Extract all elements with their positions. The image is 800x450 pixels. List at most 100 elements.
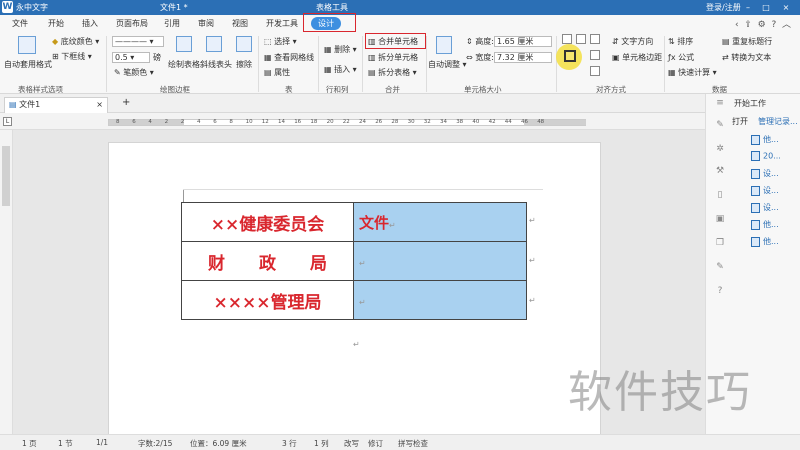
- recent-file-item[interactable]: 设...: [751, 168, 779, 179]
- recent-file-item[interactable]: 设...: [751, 202, 779, 213]
- edit-icon[interactable]: ✎: [714, 120, 726, 130]
- minimize-icon[interactable]: –: [742, 3, 754, 13]
- quick-calc-button[interactable]: ▦ 快速计算 ▾: [668, 67, 717, 78]
- file-icon: [751, 134, 760, 145]
- sort-button[interactable]: ⇅ 排序: [668, 36, 693, 47]
- ruler-tick-label: 42: [488, 119, 496, 125]
- tab-layout[interactable]: 页面布局: [116, 18, 148, 29]
- auto-adjust-button[interactable]: 自动调整 ▾: [428, 59, 467, 70]
- diagonal-header-button[interactable]: 斜线表头: [200, 59, 232, 70]
- tab-references[interactable]: 引用: [164, 18, 180, 29]
- width-input[interactable]: 7.32 厘米: [494, 52, 552, 63]
- ruler-tick-label: 6: [132, 119, 136, 125]
- formula-button[interactable]: ƒx 公式: [668, 52, 694, 63]
- align-center-right-icon[interactable]: [590, 50, 600, 60]
- note-icon[interactable]: ✎: [714, 262, 726, 272]
- shading-color-button[interactable]: ◆ 底纹颜色 ▾: [52, 36, 99, 47]
- width-text: 宽度:: [475, 53, 494, 62]
- settings-icon[interactable]: ⚙: [758, 20, 766, 30]
- recent-file-item[interactable]: 他...: [751, 219, 779, 230]
- status-overtype[interactable]: 改写: [344, 438, 359, 449]
- recent-file-item[interactable]: 他...: [751, 134, 779, 145]
- align-bottom-right-icon[interactable]: [590, 66, 600, 76]
- draw-table-button[interactable]: 绘制表格: [168, 59, 200, 70]
- view-gridlines-button[interactable]: ▦ 查看网格线: [264, 52, 314, 63]
- auto-adjust-label: 自动调整: [428, 60, 460, 69]
- properties-button[interactable]: ▤ 属性: [264, 67, 290, 78]
- recent-file-item[interactable]: 设...: [751, 185, 779, 196]
- share-icon[interactable]: ⇪: [744, 20, 752, 30]
- insert-button[interactable]: ▦ 插入 ▾: [324, 64, 357, 75]
- collapse-up-icon[interactable]: ︿: [782, 20, 791, 30]
- tab-insert[interactable]: 插入: [82, 18, 98, 29]
- help-icon[interactable]: ?: [771, 20, 776, 30]
- back-icon[interactable]: ‹: [735, 20, 739, 30]
- bottom-border-button[interactable]: ⊞ 下框线 ▾: [52, 51, 92, 62]
- table-cell[interactable]: ××××管理局: [181, 280, 354, 320]
- lock-icon[interactable]: ▣: [714, 214, 726, 224]
- tab-developer[interactable]: 开发工具: [266, 18, 298, 29]
- cell-end-mark: ↵: [359, 259, 366, 268]
- ruler-tick-label: 10: [245, 119, 253, 125]
- status-words[interactable]: 字数:2/15: [138, 438, 172, 449]
- maximize-icon[interactable]: □: [760, 3, 772, 13]
- menu-icon[interactable]: ≡: [714, 98, 726, 108]
- doc-tab-close-icon[interactable]: ×: [96, 98, 103, 112]
- table-cell[interactable]: ××健康委员会: [181, 202, 354, 242]
- horizontal-ruler: L 8 6 4 2 2 4 6 8 10 12 14 16 18 20 22 24 26 28 30 32 34 38 40…: [0, 113, 705, 130]
- split-cells-label: 拆分单元格: [378, 53, 419, 62]
- auto-style-button[interactable]: 自动套用格式: [4, 59, 52, 70]
- tools-icon[interactable]: ⚒: [714, 166, 726, 176]
- new-tab-icon[interactable]: +: [122, 97, 130, 108]
- align-top-right-icon[interactable]: [590, 34, 600, 44]
- settings-icon[interactable]: ✲: [714, 144, 726, 154]
- line-style-select[interactable]: ———— ▾: [112, 36, 164, 47]
- height-input[interactable]: 1.65 厘米: [494, 36, 552, 47]
- document-table[interactable]: ××健康委员会 文件↵ 财 政 局 ↵ ××××管理局 ↵: [181, 202, 527, 320]
- copy-icon[interactable]: ❐: [714, 238, 726, 248]
- divider: [426, 36, 427, 92]
- pen-color-button[interactable]: ✎ 笔颜色 ▾: [114, 67, 154, 78]
- tab-home[interactable]: 开始: [48, 18, 64, 29]
- split-cells-button[interactable]: ▥ 拆分单元格: [368, 52, 418, 63]
- properties-label: 属性: [274, 68, 291, 77]
- close-icon[interactable]: ×: [780, 3, 792, 13]
- ruler-tick-label: 32: [423, 119, 431, 125]
- align-center-left-icon[interactable]: [564, 50, 576, 62]
- table-cell[interactable]: 财 政 局: [181, 241, 354, 281]
- manage-records-link[interactable]: 管理记录...: [758, 116, 798, 127]
- open-link[interactable]: 打开: [732, 116, 748, 127]
- table-cell-selected[interactable]: ↵: [353, 280, 527, 320]
- line-width-select[interactable]: 0.5 ▾: [112, 52, 150, 63]
- select-button[interactable]: ⬚ 选择 ▾: [264, 36, 297, 47]
- convert-icon: ⇄: [722, 53, 729, 62]
- text-direction-button[interactable]: ⇵ 文字方向: [612, 36, 653, 47]
- repeat-header-button[interactable]: ▤ 重复标题行: [722, 36, 772, 47]
- tab-stop-icon[interactable]: L: [3, 117, 12, 126]
- status-track-changes[interactable]: 修订: [368, 438, 383, 449]
- recent-file-item[interactable]: 他...: [751, 236, 779, 247]
- status-spellcheck[interactable]: 拼写检查: [398, 438, 428, 449]
- recent-file-item[interactable]: 20...: [751, 151, 781, 161]
- ruler-tick-label: 34: [440, 119, 447, 125]
- table-cell-selected[interactable]: ↵: [353, 241, 527, 281]
- cell-margin-button[interactable]: ▣ 单元格边距: [612, 52, 662, 63]
- width-label: ⇔ 宽度:: [466, 52, 494, 63]
- tab-file[interactable]: 文件: [12, 18, 28, 29]
- table-cell-selected[interactable]: 文件↵: [353, 202, 527, 242]
- delete-button[interactable]: ▦ 删除 ▾: [324, 44, 357, 55]
- login-link[interactable]: 登录/注册: [706, 2, 741, 13]
- document-icon[interactable]: ▯: [714, 190, 726, 200]
- tab-view[interactable]: 视图: [232, 18, 248, 29]
- convert-text-button[interactable]: ⇄ 转换为文本: [722, 52, 771, 63]
- tab-review[interactable]: 审阅: [198, 18, 214, 29]
- align-top-center-icon[interactable]: [576, 34, 586, 44]
- eraser-button[interactable]: 擦除: [236, 59, 252, 70]
- doc-tab-file1[interactable]: ▤ 文件1 ×: [4, 97, 108, 113]
- help-circle-icon[interactable]: ?: [714, 286, 726, 296]
- file-icon: [751, 219, 760, 230]
- height-icon: ⇕: [466, 37, 473, 46]
- cell-text: 文件: [359, 213, 390, 232]
- align-top-left-icon[interactable]: [562, 34, 572, 44]
- split-table-button[interactable]: ▤ 拆分表格 ▾: [368, 67, 417, 78]
